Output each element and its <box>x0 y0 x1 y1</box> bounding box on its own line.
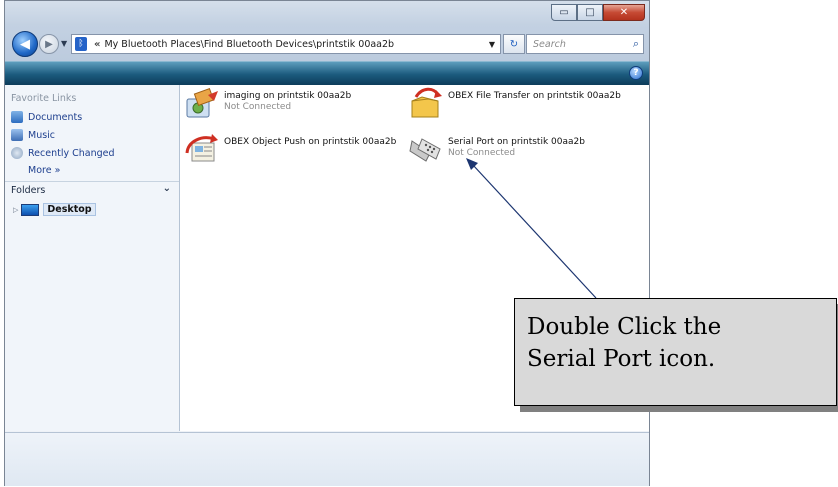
more-links[interactable]: More » <box>28 165 60 176</box>
address-dropdown-icon[interactable]: ▼ <box>484 40 500 49</box>
obex-file-transfer-icon <box>411 87 442 118</box>
service-item-imaging[interactable]: imaging on printstik 00aa2b Not Connecte… <box>184 87 351 121</box>
search-placeholder: Search <box>533 38 566 50</box>
caption-buttons: ▭ □ ✕ <box>551 4 645 21</box>
tree-item-label: Desktop <box>43 203 96 216</box>
minimize-button[interactable]: ▭ <box>551 4 577 21</box>
service-name: imaging on printstik 00aa2b <box>224 91 352 101</box>
service-item-obex-object-push[interactable]: OBEX Object Push on printstik 00aa2b <box>184 133 396 167</box>
service-status: Not Connected <box>448 148 516 158</box>
serial-port-icon <box>409 138 441 162</box>
nav-item-music[interactable]: Music <box>11 129 55 141</box>
address-bar[interactable]: ᛒ « My Bluetooth Places\Find Bluetooth D… <box>71 34 501 54</box>
navigation-pane: Favorite Links Documents Music Recently … <box>5 85 180 431</box>
forward-arrow-icon: ▶ <box>45 38 53 50</box>
explorer-window: ▭ □ ✕ ◀ ▶ ▼ ᛒ « My Bluetooth Places\Find… <box>4 0 650 486</box>
instruction-callout: Double Click the Serial Port icon. <box>514 298 837 406</box>
imaging-icon <box>186 87 218 118</box>
nav-item-label: Recently Changed <box>28 147 115 159</box>
refresh-button[interactable]: ↻ <box>503 34 525 54</box>
service-status: Not Connected <box>224 102 292 112</box>
command-bar: ? <box>5 61 649 85</box>
callout-line-1: Double Click the <box>527 314 722 340</box>
recent-pages-dropdown[interactable]: ▼ <box>61 39 67 48</box>
service-name: OBEX File Transfer on printstik 00aa2b <box>448 91 621 101</box>
search-input[interactable]: Search ⌕ <box>526 34 644 54</box>
tree-item-desktop[interactable]: ▷ Desktop <box>13 203 96 216</box>
bluetooth-icon: ᛒ <box>75 37 87 51</box>
service-name: OBEX Object Push on printstik 00aa2b <box>224 137 397 147</box>
service-item-obex-file-transfer[interactable]: OBEX File Transfer on printstik 00aa2b <box>408 87 621 121</box>
service-item-serial-port[interactable]: Serial Port on printstik 00aa2b Not Conn… <box>408 133 585 167</box>
favorite-links-heading: Favorite Links <box>11 93 77 104</box>
maximize-button[interactable]: □ <box>577 4 603 21</box>
chevron-down-icon[interactable]: ⌄ <box>163 183 171 194</box>
details-pane <box>5 432 649 486</box>
folders-label: Folders <box>11 185 46 196</box>
nav-item-documents[interactable]: Documents <box>11 111 82 123</box>
obex-object-push-icon <box>185 134 218 162</box>
refresh-icon: ↻ <box>509 38 519 50</box>
documents-icon <box>11 111 23 123</box>
folders-header[interactable]: Folders ⌄ <box>5 181 179 198</box>
help-icon[interactable]: ? <box>629 66 643 80</box>
music-icon <box>11 129 23 141</box>
back-button[interactable]: ◀ <box>12 31 38 57</box>
forward-button[interactable]: ▶ <box>39 34 59 54</box>
recently-changed-icon <box>11 147 23 159</box>
close-button[interactable]: ✕ <box>603 4 645 21</box>
search-icon[interactable]: ⌕ <box>633 37 639 51</box>
address-path[interactable]: My Bluetooth Places\Find Bluetooth Devic… <box>104 39 484 50</box>
address-overflow[interactable]: « <box>94 39 100 50</box>
nav-item-label: Music <box>28 129 56 141</box>
nav-item-label: Documents <box>28 111 83 123</box>
back-arrow-icon: ◀ <box>20 36 30 52</box>
expand-icon[interactable]: ▷ <box>13 206 18 214</box>
desktop-icon <box>21 203 40 216</box>
nav-item-recently-changed[interactable]: Recently Changed <box>11 147 115 159</box>
callout-line-2: Serial Port icon. <box>527 346 716 372</box>
service-name: Serial Port on printstik 00aa2b <box>448 137 585 147</box>
